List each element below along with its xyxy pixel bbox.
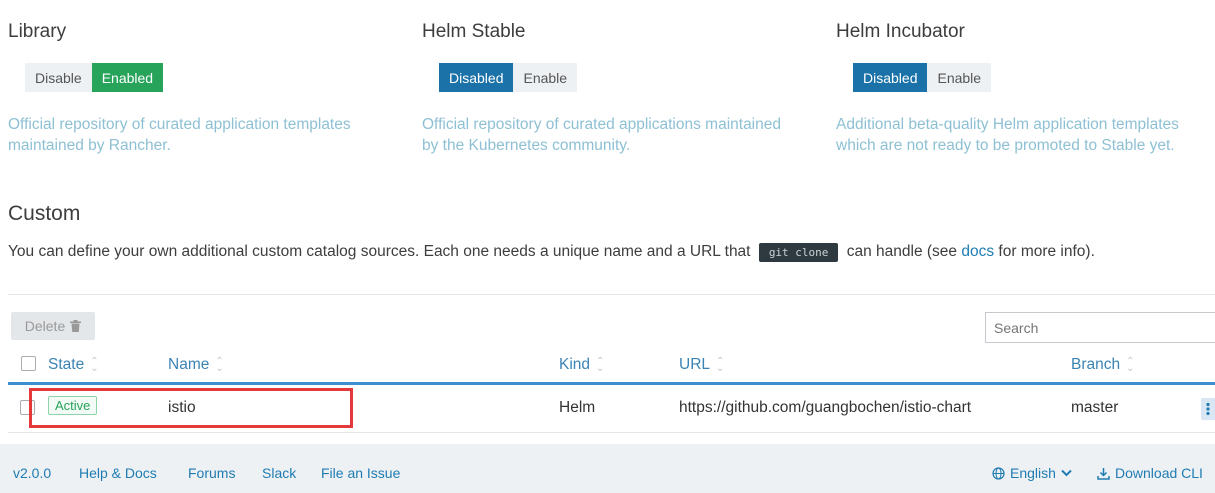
row-state: Active [48,396,98,415]
file-issue-link[interactable]: File an Issue [321,465,400,481]
custom-desc-text: can handle (see [846,243,958,260]
disabled-button[interactable]: Disabled [853,63,928,92]
table-row: Active istio Helm https://github.com/gua… [8,385,1215,432]
repo-description: Official repository of curated applicati… [8,114,351,156]
docs-link[interactable]: docs [961,243,994,260]
git-clone-code: git clone [758,243,839,262]
footer: v2.0.0 Help & Docs Forums Slack File an … [0,444,1215,493]
state-header[interactable]: State ⌃ ⌄ [48,356,99,374]
repo-toggle: Disabled Enable [853,63,992,92]
enabled-button[interactable]: Enabled [91,63,164,92]
row-kind: Helm [559,399,596,416]
enable-button[interactable]: Enable [927,63,992,92]
header-label: URL [679,356,711,373]
row-divider [8,432,1215,433]
repo-toggle: Disabled Enable [439,63,578,92]
search-input[interactable] [985,312,1215,343]
slack-link[interactable]: Slack [262,465,296,481]
row-url[interactable]: https://github.com/guangbochen/istio-cha… [679,399,971,417]
repo-title: Library [8,21,67,42]
row-name[interactable]: istio [168,399,196,417]
custom-desc-text: You can define your own additional custo… [8,243,751,260]
repo-toggle: Disable Enabled [25,63,164,92]
branch-header[interactable]: Branch ⌃ ⌄ [1071,356,1135,374]
enable-button[interactable]: Enable [513,63,578,92]
sort-icon: ⌃ ⌄ [90,356,99,374]
divider [8,294,1215,295]
header-label: Branch [1071,356,1121,373]
language-label: English [1010,465,1056,481]
custom-title: Custom [8,202,81,225]
header-label: State [48,356,85,373]
repo-description: Official repository of curated applicati… [422,114,781,156]
sort-icon: ⌃ ⌄ [596,356,605,374]
custom-description: You can define your own additional custo… [8,243,1095,262]
help-docs-link[interactable]: Help & Docs [79,465,157,481]
repo-description: Additional beta-quality Helm application… [836,114,1179,156]
chevron-down-icon [1061,469,1072,477]
version-link[interactable]: v2.0.0 [13,465,51,481]
delete-label: Delete [24,318,66,334]
row-checkbox[interactable] [20,400,35,415]
select-all-checkbox[interactable] [21,356,36,371]
repo-description-line: by the Kubernetes community. [422,137,631,154]
kind-header[interactable]: Kind ⌃ ⌄ [559,356,604,374]
url-header[interactable]: URL ⌃ ⌄ [679,356,724,374]
repo-description-line: maintained by Rancher. [8,137,171,154]
repo-title: Helm Stable [422,21,526,42]
trash-icon [70,320,82,332]
language-selector[interactable]: English [992,465,1072,481]
sort-icon: ⌃ ⌄ [215,356,224,374]
download-label: Download CLI [1115,465,1203,481]
repo-title: Helm Incubator [836,21,965,42]
repo-description-line: Additional beta-quality Helm application… [836,116,1179,133]
row-actions-button[interactable] [1201,398,1215,420]
custom-desc-text: for more info). [998,243,1095,260]
globe-icon [992,466,1005,480]
header-label: Name [168,356,210,373]
more-vertical-icon [1206,402,1210,416]
download-cli-link[interactable]: Download CLI [1097,465,1203,481]
repo-description-line: Official repository of curated applicati… [8,116,351,133]
forums-link[interactable]: Forums [188,465,235,481]
repo-description-line: Official repository of curated applicati… [422,116,781,133]
header-label: Kind [559,356,591,373]
download-icon [1097,467,1110,480]
repo-description-line: which are not ready to be promoted to St… [836,137,1175,154]
name-header[interactable]: Name ⌃ ⌄ [168,356,224,374]
disable-button[interactable]: Disable [25,63,92,92]
sort-icon: ⌃ ⌄ [716,356,725,374]
disabled-button[interactable]: Disabled [439,63,514,92]
row-branch: master [1071,399,1119,416]
status-badge: Active [48,396,98,415]
sort-icon: ⌃ ⌄ [1126,356,1135,374]
delete-button[interactable]: Delete [11,312,95,340]
